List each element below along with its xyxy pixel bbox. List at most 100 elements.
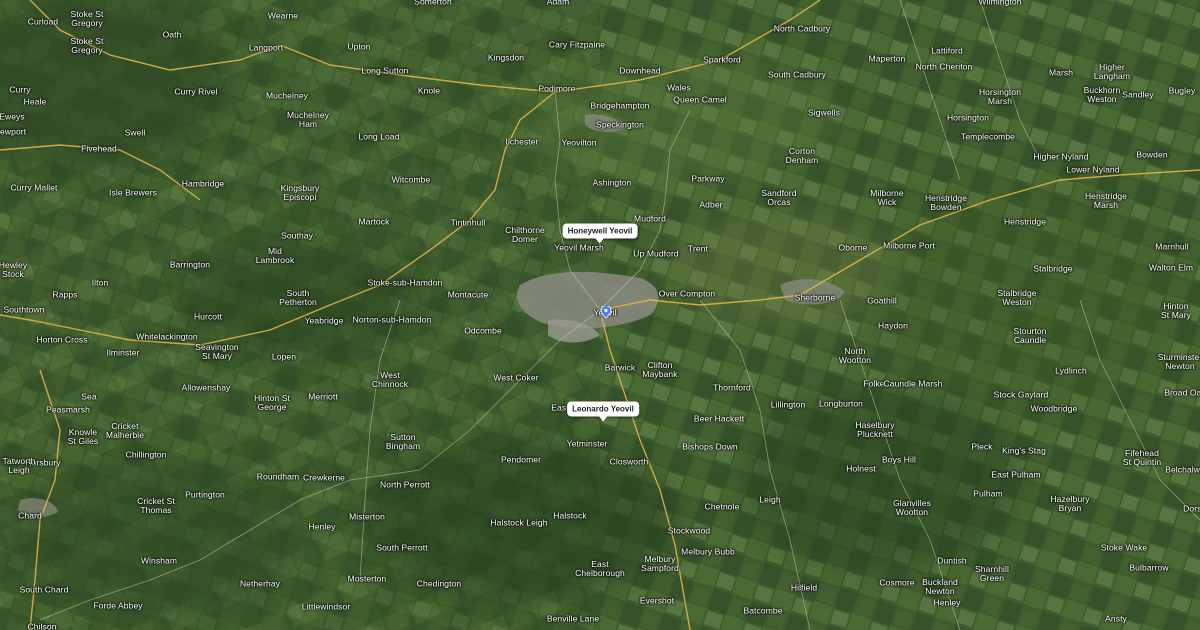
place-label: Folke — [863, 378, 885, 389]
place-label: Horsington — [946, 112, 990, 123]
place-label: North Cadbury — [773, 23, 831, 34]
place-label: Bishops Down — [682, 441, 738, 452]
place-label: Sharnhill Green — [975, 564, 1009, 583]
place-label: Seavington St Mary — [195, 342, 239, 361]
satellite-map[interactable]: Somerton Adam Wilmington Wearne Curload Stoke… — [0, 0, 1200, 630]
place-label: Sandford Orcas — [761, 188, 797, 207]
place-label: Trent — [687, 243, 709, 254]
place-label: West Coker — [493, 372, 539, 383]
place-label: North Cheriton — [915, 61, 973, 72]
place-label: Marsh — [1048, 67, 1074, 78]
place-label: Kingsbury Episcopi — [280, 183, 320, 202]
place-label: Higher Langham — [1093, 62, 1131, 81]
place-label: Barwick — [604, 362, 636, 373]
place-label: Downhead — [619, 65, 661, 76]
place-label: Knole — [417, 85, 441, 96]
place-label: Whitelackington — [136, 331, 198, 342]
place-label: Curry Rivel — [174, 86, 218, 97]
place-label: Ansty — [1105, 613, 1127, 624]
place-label: Stalbridge Weston — [997, 288, 1037, 307]
place-label: Purtington — [185, 489, 225, 500]
place-label: Leigh — [759, 494, 781, 505]
place-label: Sigwells — [808, 107, 840, 118]
place-label: Crewkerne — [303, 472, 345, 483]
place-label: Henley — [308, 521, 336, 532]
place-label: Cricket Malherbie — [105, 421, 145, 440]
place-label: Sea — [81, 391, 97, 402]
place-label: Bridgehampton — [590, 100, 650, 111]
place-label: Melbury Bubb — [681, 546, 735, 557]
place-label: Over Compton — [658, 288, 716, 299]
place-label: Stalbridge — [1033, 263, 1073, 274]
place-label: Hinton St Mary — [1161, 301, 1191, 320]
place-label: Lower Nyland — [1066, 164, 1120, 175]
place-label: Tatworth Leigh — [2, 456, 36, 475]
place-label: Southtown — [3, 304, 45, 315]
place-label: Henstridge Marsh — [1084, 191, 1128, 210]
place-label: Ashington — [592, 177, 632, 188]
place-label: Yeovil Marsh — [554, 242, 604, 253]
leonardo-yeovil-callout[interactable]: Leonardo Yeovil — [567, 401, 639, 422]
place-label: Queen Camel — [673, 94, 727, 105]
place-label: East — [551, 402, 569, 413]
place-label: Long Sutton — [361, 65, 409, 76]
place-label: Muchelney — [265, 90, 309, 101]
place-label: Curload — [27, 16, 59, 27]
place-label: Haselbury Plucknett — [855, 420, 895, 439]
place-label: Heale — [23, 96, 47, 107]
place-label: Lillington — [770, 399, 806, 410]
place-label: Evershot — [639, 595, 675, 606]
place-label: Wilmington — [978, 0, 1022, 7]
place-label: Walton Elm — [1148, 262, 1194, 273]
place-label: Odcombe — [464, 325, 502, 336]
place-label: Caundle Marsh — [883, 378, 943, 389]
place-label: Wales — [667, 82, 691, 93]
place-label: Hilfield — [790, 582, 818, 593]
place-label: East Chelborough — [575, 559, 625, 578]
place-label: Broad Oak — [1164, 387, 1200, 398]
place-label: Chillington — [125, 449, 167, 460]
place-label: Sandley — [1122, 89, 1154, 100]
place-label: Bugley — [1168, 85, 1196, 96]
place-label: Somerton — [414, 0, 452, 7]
place-label: Long Load — [358, 131, 400, 142]
place-label: Upton — [347, 41, 371, 52]
place-label: Sturminster Newton — [1157, 352, 1200, 371]
place-label: Chetnole — [704, 501, 740, 512]
honeywell-yeovil-callout[interactable]: Honeywell Yeovil — [562, 223, 638, 244]
place-label: Oath — [162, 29, 182, 40]
place-label: Pleck — [971, 441, 993, 452]
place-label: Peasmarsh — [46, 404, 90, 415]
place-label: Henley — [933, 597, 961, 608]
place-label: Fivehead — [81, 143, 117, 154]
place-label: Duntish — [937, 555, 967, 566]
place-label: Yeabridge — [304, 315, 344, 326]
place-label: Isle Brewers — [109, 187, 157, 198]
place-label: East Pulham — [991, 469, 1041, 480]
place-label: Yeovilton — [561, 137, 597, 148]
place-label: Eweys — [0, 111, 25, 122]
place-label: Littlewindsor — [301, 601, 351, 612]
place-label: Fifehead St Quintin — [1122, 448, 1162, 467]
place-label: Winsham — [140, 555, 178, 566]
place-label: Clifton Maybank — [642, 360, 678, 379]
place-label: Barrington — [169, 259, 211, 270]
place-label: Stoke-sub-Hamdon — [367, 277, 443, 288]
place-label: Glanvilles Wootton — [893, 498, 931, 517]
place-label: Stoke St Gregory — [70, 36, 104, 55]
place-label: Parkway — [691, 173, 725, 184]
place-label: Maperton — [868, 53, 906, 64]
place-label: Thornford — [713, 382, 751, 393]
place-label: Stoke Wake — [1100, 542, 1148, 553]
place-label: South Chard — [19, 584, 69, 595]
place-label: Adber — [699, 199, 723, 210]
place-label: Sherborne — [794, 292, 836, 303]
place-label: Southay — [281, 230, 313, 241]
place-label: Lattiford — [931, 45, 963, 56]
place-label: Cary Fitzpaine — [548, 39, 606, 50]
place-label: Belchalwell — [1165, 464, 1200, 475]
place-label: Ilminster — [106, 347, 140, 358]
place-label: South Petherton — [279, 288, 317, 307]
map-pin-icon[interactable] — [600, 306, 612, 318]
place-label: North Wootton — [838, 346, 872, 365]
